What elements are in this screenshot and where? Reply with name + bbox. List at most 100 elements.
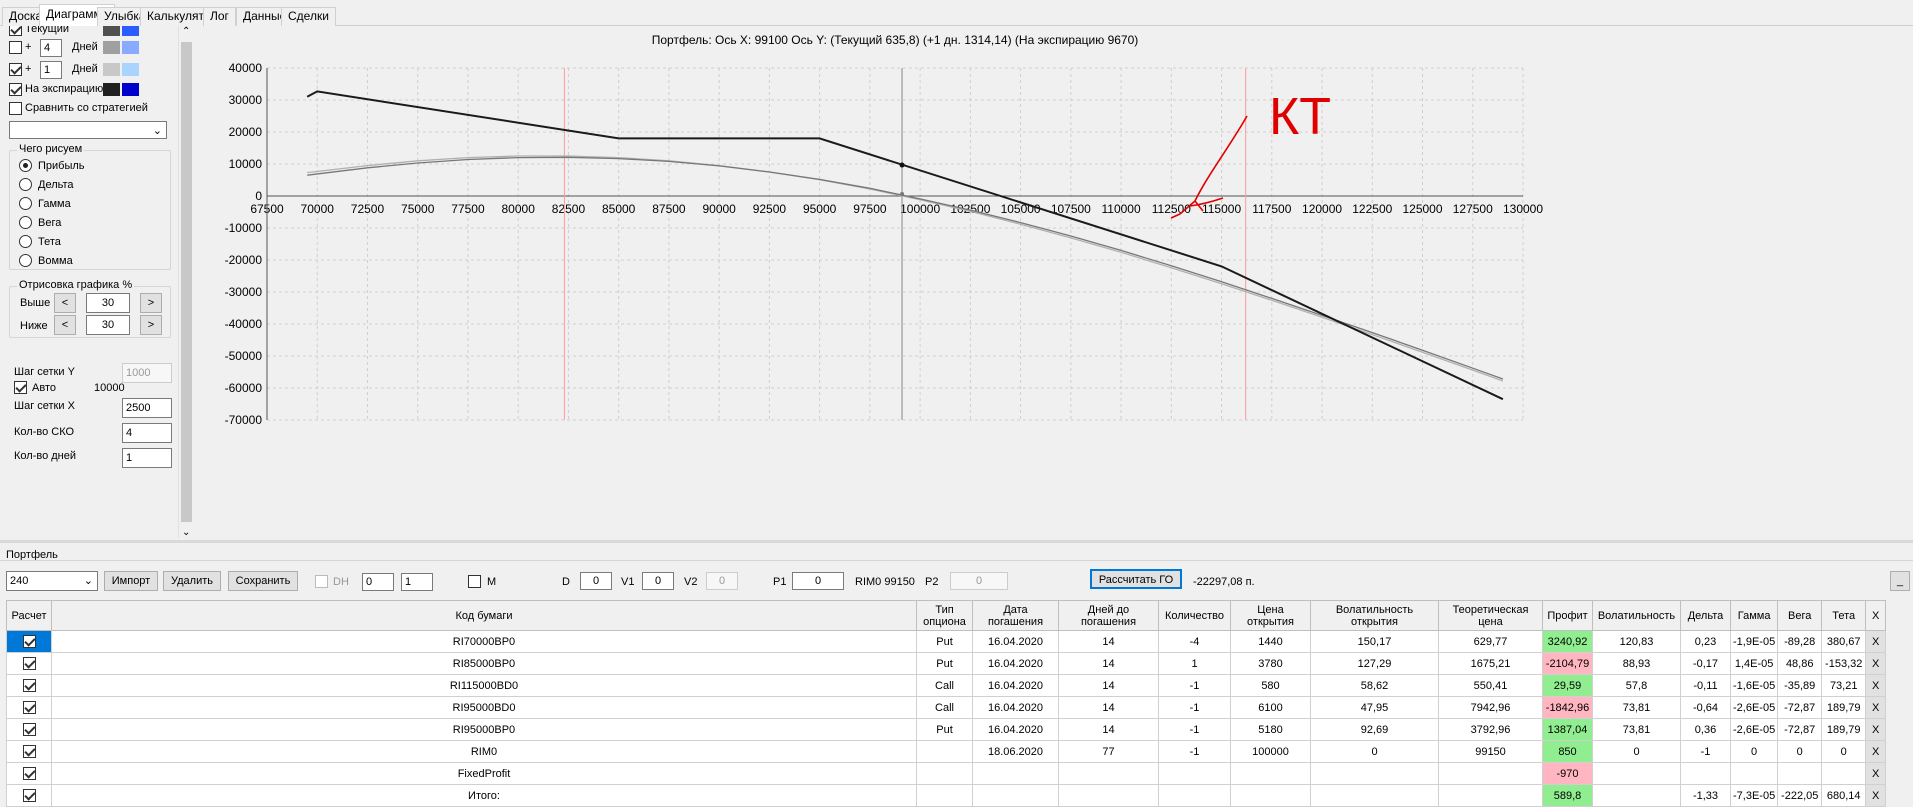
cell-delete[interactable]: X <box>1865 674 1887 697</box>
col-x[interactable]: X <box>1865 600 1887 631</box>
col-delta[interactable]: Дельта <box>1680 600 1731 631</box>
cell-calc[interactable] <box>6 652 52 675</box>
radio-gamma[interactable] <box>19 197 32 210</box>
radio-theta[interactable] <box>19 235 32 248</box>
days-4-color-2[interactable] <box>122 41 139 54</box>
col-open-price[interactable]: Цена открытия <box>1230 600 1311 631</box>
table-row[interactable]: RI115000BD0 Call 16.04.2020 14 -1 580 58,62 550… <box>6 674 1887 697</box>
cell-calc[interactable] <box>6 718 52 741</box>
col-vega[interactable]: Вега <box>1777 600 1823 631</box>
chevron-down-icon[interactable]: ⌄ <box>182 527 190 538</box>
v1-input[interactable]: 0 <box>642 572 674 590</box>
col-theta[interactable]: Тета <box>1821 600 1867 631</box>
above-input[interactable]: 30 <box>86 293 130 313</box>
col-qty[interactable]: Количество <box>1158 600 1231 631</box>
m-checkbox[interactable] <box>468 575 481 588</box>
cell-calc[interactable] <box>6 740 52 763</box>
days-4-input[interactable]: 4 <box>40 39 62 57</box>
radio-vomma[interactable] <box>19 254 32 267</box>
days-1-input[interactable]: 1 <box>40 61 62 79</box>
above-increase-button[interactable]: > <box>140 293 162 313</box>
compare-checkbox[interactable] <box>9 102 22 115</box>
v2-input[interactable]: 0 <box>706 572 738 590</box>
radio-vega[interactable] <box>19 216 32 229</box>
grid-y-input[interactable]: 1000 <box>122 363 172 383</box>
table-row[interactable]: RI95000BP0 Put 16.04.2020 14 -1 5180 92,69 3792… <box>6 718 1887 741</box>
p2-input[interactable]: 0 <box>950 572 1008 590</box>
table-row[interactable]: RI85000BP0 Put 16.04.2020 14 1 3780 127,29 1675… <box>6 652 1887 675</box>
cell-delete[interactable]: X <box>1865 718 1887 741</box>
current-color-2[interactable] <box>122 26 139 36</box>
table-row[interactable]: FixedProfit -970 X <box>6 762 1887 785</box>
days-1-color-2[interactable] <box>122 63 139 76</box>
table-row[interactable]: RI70000BP0 Put 16.04.2020 14 -4 1440 150,17 629… <box>6 630 1887 653</box>
cell-calc[interactable] <box>6 630 52 653</box>
cell-delete[interactable]: X <box>1865 740 1887 763</box>
dh-checkbox[interactable] <box>315 575 328 588</box>
table-row[interactable]: RI95000BD0 Call 16.04.2020 14 -1 6100 47,95 794… <box>6 696 1887 719</box>
tab-deals[interactable]: Сделки <box>281 7 336 26</box>
import-button[interactable]: Импорт <box>104 571 158 591</box>
radio-profit[interactable] <box>19 159 32 172</box>
p1-input[interactable]: 0 <box>792 572 844 590</box>
table-row[interactable]: RIM0 18.06.2020 77 -1 100000 0 99150 850 0 -1 0 0 0 X <box>6 740 1887 763</box>
dh-spin-1[interactable]: 0 <box>362 573 394 591</box>
current-color-1[interactable] <box>103 26 120 36</box>
col-type[interactable]: Тип опциона <box>916 600 973 631</box>
strategy-select[interactable]: ⌄ <box>9 121 167 139</box>
col-code[interactable]: Код бумаги <box>51 600 917 631</box>
cell-delete[interactable]: X <box>1865 696 1887 719</box>
below-increase-button[interactable]: > <box>140 315 162 335</box>
col-date[interactable]: Дата погашения <box>972 600 1059 631</box>
current-checkbox[interactable] <box>9 26 22 36</box>
days-count-input[interactable]: 1 <box>122 448 172 468</box>
cell-delete[interactable]: X <box>1865 652 1887 675</box>
cell-calc[interactable] <box>6 762 52 785</box>
cell-delete[interactable]: X <box>1865 762 1887 785</box>
below-decrease-button[interactable]: < <box>54 315 76 335</box>
portfolio-select[interactable]: 240 ⌄ <box>6 571 98 591</box>
calc-checkbox[interactable] <box>22 723 36 736</box>
calc-checkbox[interactable] <box>22 679 36 692</box>
days-4-color-1[interactable] <box>103 41 120 54</box>
col-days[interactable]: Дней до погашения <box>1058 600 1159 631</box>
tab-log[interactable]: Лог <box>203 7 236 26</box>
calc-checkbox[interactable] <box>22 745 36 758</box>
expiry-checkbox[interactable] <box>9 83 22 96</box>
calc-checkbox[interactable] <box>22 635 36 648</box>
expiry-color-1[interactable] <box>103 83 120 96</box>
calc-checkbox[interactable] <box>22 657 36 670</box>
grid-x-input[interactable]: 2500 <box>122 398 172 418</box>
plus-days-1-checkbox[interactable] <box>9 63 22 76</box>
col-open-vol[interactable]: Волатильность открытия <box>1310 600 1439 631</box>
calc-checkbox[interactable] <box>22 701 36 714</box>
calc-checkbox[interactable] <box>22 789 36 802</box>
settings-scroll-thumb[interactable] <box>181 42 192 522</box>
chevron-up-icon[interactable]: ⌃ <box>182 26 190 37</box>
cell-calc[interactable] <box>6 674 52 697</box>
cell-calc[interactable] <box>6 784 52 807</box>
cell-delete[interactable]: X <box>1865 630 1887 653</box>
expiry-color-2[interactable] <box>122 83 139 96</box>
days-1-color-1[interactable] <box>103 63 120 76</box>
col-calc[interactable]: Расчет <box>6 600 52 631</box>
above-decrease-button[interactable]: < <box>54 293 76 313</box>
sko-input[interactable]: 4 <box>122 423 172 443</box>
col-theo-price[interactable]: Теоретическая цена <box>1438 600 1543 631</box>
calc-go-button[interactable]: Рассчитать ГО <box>1090 569 1182 589</box>
auto-checkbox[interactable] <box>14 381 27 394</box>
d-input[interactable]: 0 <box>580 572 612 590</box>
radio-delta[interactable] <box>19 178 32 191</box>
col-profit[interactable]: Профит <box>1542 600 1593 631</box>
calc-checkbox[interactable] <box>22 767 36 780</box>
cell-delete[interactable]: X <box>1865 784 1887 807</box>
col-gamma[interactable]: Гамма <box>1729 600 1779 631</box>
dh-spin-2[interactable]: 1 <box>401 573 433 591</box>
below-input[interactable]: 30 <box>86 315 130 335</box>
splitter[interactable] <box>0 540 1913 543</box>
plus-days-4-checkbox[interactable] <box>9 41 22 54</box>
save-button[interactable]: Сохранить <box>228 571 298 591</box>
table-row[interactable]: Итого: 589,8 -1,33 -7,3E-05 -222,05 680,14 X <box>6 784 1887 807</box>
cell-calc[interactable] <box>6 696 52 719</box>
minimize-button[interactable]: _ <box>1890 571 1910 591</box>
